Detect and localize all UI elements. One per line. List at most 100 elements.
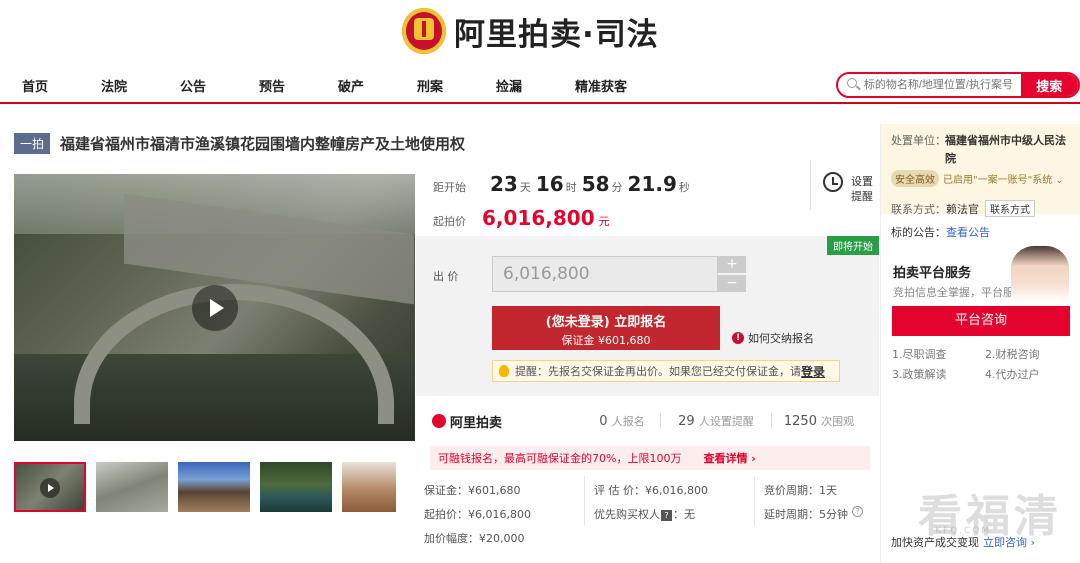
reminder-tip: 提醒：先报名交保证金再出价。如果您已经交付保证金，请 登录 [492, 360, 840, 382]
nav-item-notices[interactable]: 公告 [180, 76, 206, 95]
watermark-url: KFQ.COM [935, 526, 992, 536]
nav-item-preview[interactable]: 预告 [259, 76, 285, 95]
start-price: 起拍价 6,016,800 元 [433, 206, 610, 230]
play-icon[interactable] [192, 285, 238, 331]
nav-item-criminal[interactable]: 刑案 [417, 76, 443, 95]
view-announcement-link[interactable]: 查看公告 [946, 226, 990, 239]
decrease-button[interactable]: − [718, 275, 746, 292]
contact-name: 赖法官 [946, 202, 979, 216]
reminder-count: 29 人设置提醒 [661, 413, 771, 429]
nav-item-courts[interactable]: 法院 [101, 76, 127, 95]
ali-auction-logo: 阿里拍卖 [432, 412, 584, 431]
bid-label: 出 价 [433, 270, 459, 283]
announcement-label: 标的公告： [891, 226, 946, 239]
bid-stepper: + − [718, 256, 746, 292]
thumbnail-image[interactable] [178, 462, 250, 512]
seconds-unit: 秒 [678, 181, 690, 194]
brand-title: 阿里拍卖·司法 [454, 16, 659, 53]
ali-auction-icon [432, 414, 446, 428]
delay-cycle-value: 延时周期：5分钟 [764, 508, 848, 521]
login-link[interactable]: 登录 [801, 363, 825, 380]
countdown-seconds: 21.9 [627, 172, 677, 196]
countdown-days: 23 [490, 172, 518, 196]
signup-deposit: 保证金 ¥601,680 [561, 334, 651, 347]
hours-unit: 时 [565, 181, 577, 194]
increase-button[interactable]: + [718, 256, 746, 273]
bid-amount-input[interactable]: 6,016,800 [492, 256, 718, 292]
increment-value: 加价幅度：¥20,000 [424, 532, 525, 545]
thumbnail-video[interactable] [14, 462, 86, 512]
thumbnail-strip [14, 462, 406, 512]
appraisal-value: 评 估 价：¥6,016,800 [594, 484, 708, 497]
search-icon [846, 77, 862, 93]
view-count-value: 1250 [783, 414, 817, 429]
contact-row: 联系方式： 赖法官 联系方式 [891, 200, 1035, 217]
auction-stats: 阿里拍卖 0 人报名 29 人设置提醒 1250 次围观 [432, 408, 872, 434]
countdown: 距开始 23 天 16 时 58 分 21.9 秒 [433, 172, 695, 196]
service-item[interactable]: 1.尽职调查 [892, 346, 947, 362]
bid-cycle-value: 竞价周期：1天 [764, 484, 837, 497]
countdown-hours: 16 [535, 172, 564, 196]
signup-count: 0 人报名 [584, 413, 660, 429]
service-item[interactable]: 3.政策解读 [892, 366, 947, 382]
reminder-count-value: 29 [678, 414, 695, 429]
safe-system-info[interactable]: 安全高效 已启用"一案一账号"系统 ⌄ [891, 170, 1064, 187]
court-name[interactable]: 福建省福州市中级人民法院 [945, 132, 1075, 168]
signup-button[interactable]: (您未登录) 立即报名 保证金 ¥601,680 [492, 306, 720, 350]
nav-item-precise[interactable]: 精准获客 [575, 76, 627, 95]
platform-service: 拍卖平台服务 竞拍信息全掌握，平台服务更放心 [881, 244, 1080, 304]
nav-item-bargain[interactable]: 捡漏 [496, 76, 522, 95]
main-nav: 首页 法院 公告 预告 破产 刑案 捡漏 精准获客 搜索 [0, 70, 1080, 104]
thumbnail-image[interactable] [342, 462, 396, 512]
court-emblem-icon [402, 8, 446, 54]
search-box: 搜索 [836, 72, 1080, 98]
contact-label: 联系方式： [891, 202, 946, 216]
loan-text: 可融钱报名，最高可融保证金的70%，上限100万 [438, 452, 682, 465]
auction-round-tag: 一拍 [14, 133, 51, 154]
thumbnail-image[interactable] [260, 462, 332, 512]
set-reminder-label: 设置提醒 [851, 175, 873, 203]
nav-item-bankruptcy[interactable]: 破产 [338, 76, 364, 95]
set-reminder-button[interactable]: 设置提醒 [810, 160, 873, 210]
search-input[interactable] [861, 79, 1021, 91]
service-title: 拍卖平台服务 [893, 266, 972, 281]
play-icon [40, 478, 60, 498]
countdown-label: 距开始 [433, 181, 466, 194]
court-info: 处置单位： 福建省福州市中级人民法院 安全高效 已启用"一案一账号"系统 ⌄ 联… [881, 124, 1080, 217]
item-title-row: 一拍 福建省福州市福清市渔溪镇花园围墙内整幢房产及土地使用权 [14, 133, 465, 154]
question-badge-icon: ? [661, 509, 672, 521]
safe-system-text: 已启用"一案一账号"系统 ⌄ [943, 175, 1064, 186]
view-count: 1250 次围观 [772, 413, 866, 429]
loan-details-link[interactable]: 查看详情 › [703, 450, 755, 466]
site-logo[interactable]: 阿里拍卖·司法 [402, 5, 659, 57]
start-price-value: 6,016,800 [482, 206, 595, 230]
info-icon: ! [732, 332, 744, 344]
priority-buyer: 优先购买权人? ：无 [594, 506, 695, 522]
service-item[interactable]: 4.代办过户 [985, 366, 1040, 382]
contact-button[interactable]: 联系方式 [985, 200, 1035, 217]
days-unit: 天 [519, 181, 531, 194]
signup-label: (您未登录) 立即报名 [545, 315, 667, 330]
service-item[interactable]: 2.财税咨询 [985, 346, 1040, 362]
start-price-label: 起拍价 [433, 215, 466, 228]
page-title: 福建省福州市福清市渔溪镇花园围墙内整幢房产及土地使用权 [60, 135, 466, 153]
nav-item-home[interactable]: 首页 [22, 76, 48, 95]
view-count-label: 次围观 [821, 415, 855, 428]
consult-button[interactable]: 平台咨询 [892, 306, 1070, 336]
search-button[interactable]: 搜索 [1020, 74, 1078, 96]
reminder-count-label: 人设置提醒 [698, 415, 754, 428]
thumbnail-image[interactable] [96, 462, 168, 512]
signup-count-value: 0 [599, 414, 608, 429]
deposit-value: 保证金：¥601,680 [424, 484, 521, 497]
priority-buyer-value: ：无 [673, 508, 695, 521]
help-icon[interactable]: ? [852, 506, 863, 517]
ali-auction-text: 阿里拍卖 [450, 415, 503, 431]
status-badge: 即将开始 [827, 236, 879, 255]
minutes-unit: 分 [611, 181, 623, 194]
tip-text: 提醒：先报名交保证金再出价。如果您已经交付保证金，请 [515, 365, 801, 378]
priority-buyer-label: 优先购买权人 [594, 508, 660, 521]
announcement-row: 标的公告：查看公告 [891, 224, 990, 240]
how-to-pay-link[interactable]: ! 如何交纳报名 [732, 330, 814, 346]
start-price-detail: 起拍价：¥6,016,800 [424, 508, 531, 521]
alarm-clock-icon [823, 172, 843, 192]
